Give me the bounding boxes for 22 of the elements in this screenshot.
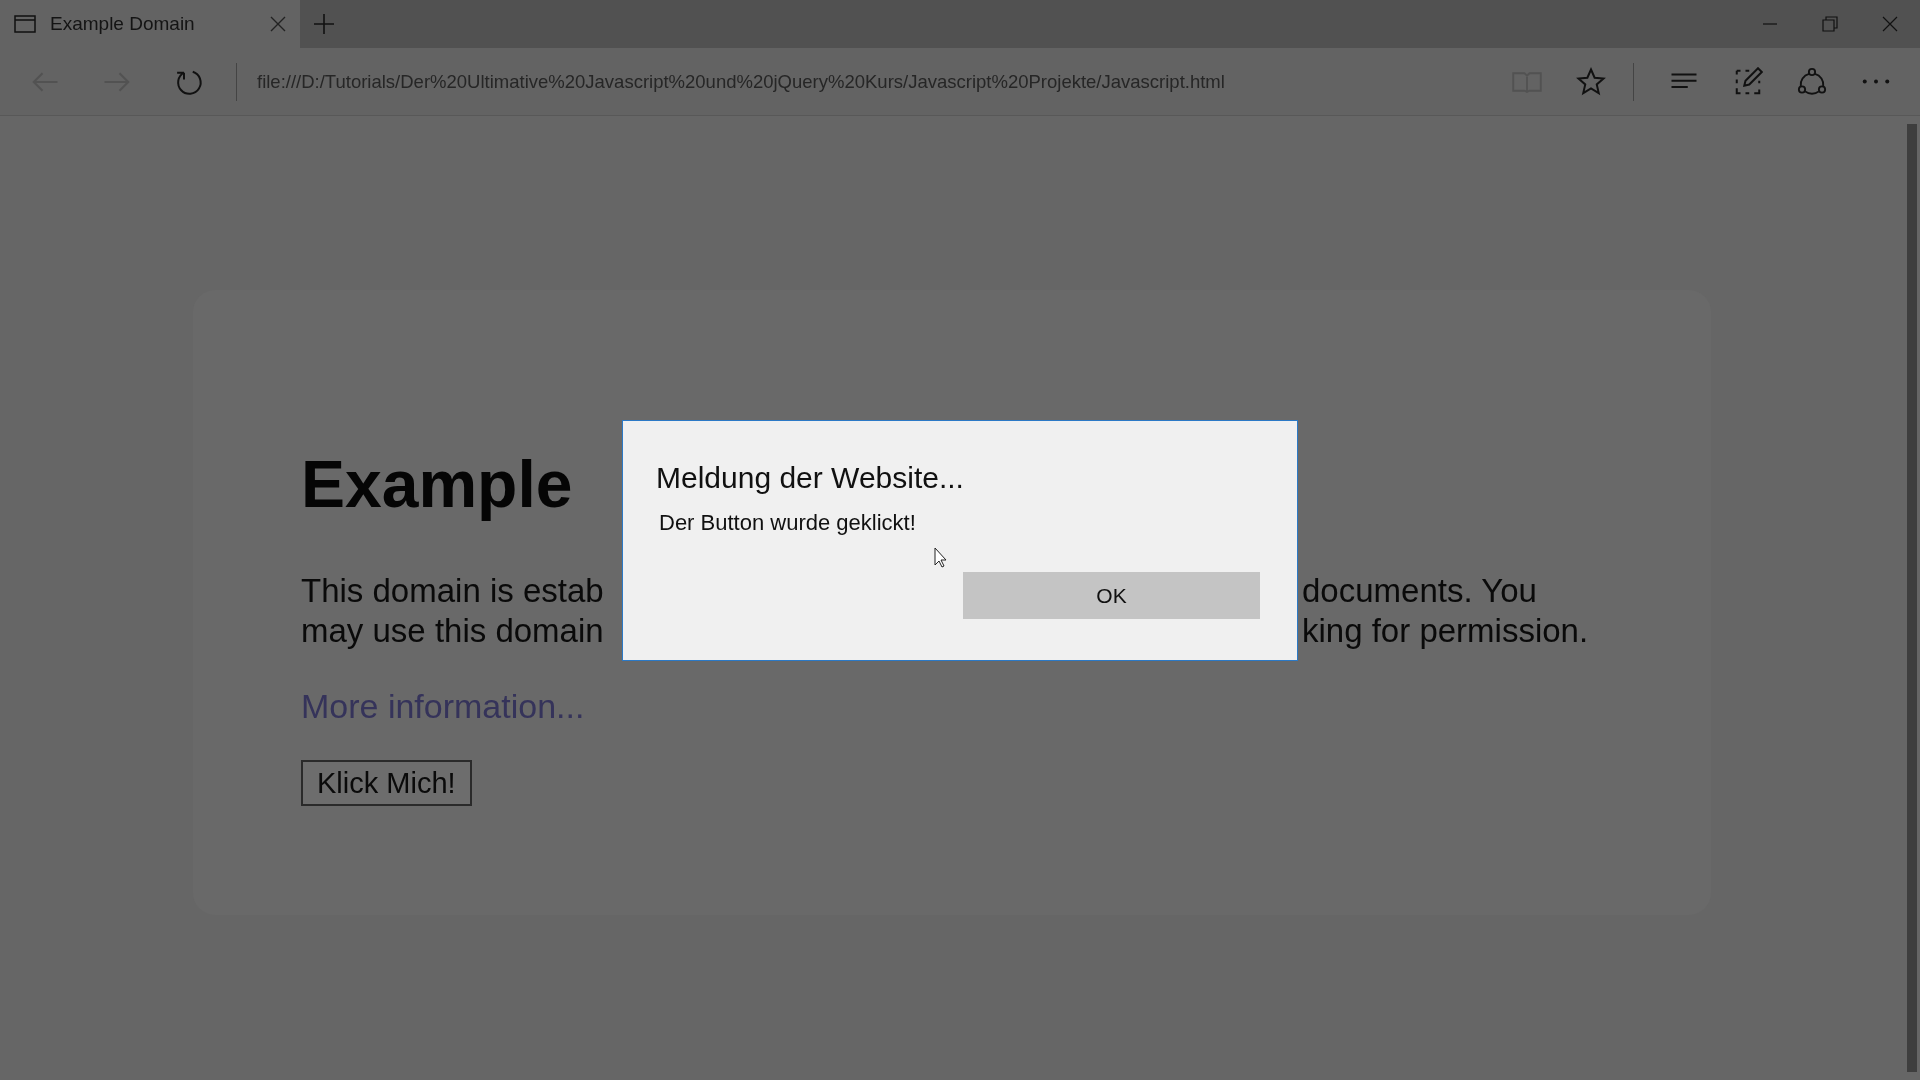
more-icon <box>1861 79 1891 84</box>
ok-button[interactable]: OK <box>963 572 1260 619</box>
pen-icon <box>1733 66 1763 97</box>
scrollbar[interactable] <box>1907 124 1917 1072</box>
star-icon <box>1576 66 1606 97</box>
address-bar[interactable]: file:///D:/Tutorials/Der%20Ultimative%20Javascript%20und%20jQuery%20Kurs/Javascript%20Projekte/Javascript.html <box>257 70 1487 93</box>
paragraph-text: may use this domain <box>301 611 604 651</box>
paragraph-text: king for permission. <box>1302 611 1589 651</box>
klick-button[interactable]: Klick Mich! <box>301 760 472 806</box>
restore-icon[interactable] <box>1822 16 1838 32</box>
close-icon[interactable] <box>1882 16 1898 32</box>
close-icon[interactable] <box>270 16 286 32</box>
cursor-icon <box>934 547 948 569</box>
browser-tab[interactable]: Example Domain <box>0 0 300 48</box>
paragraph-text: documents. You <box>1302 571 1537 611</box>
dialog-message: Der Button wurde geklickt! <box>659 510 917 536</box>
share-icon <box>1797 66 1827 97</box>
dialog-title: Meldung der Website... <box>656 461 965 495</box>
page-heading: Example <box>301 446 573 523</box>
page-icon <box>14 15 36 33</box>
paragraph-text: This domain is estab <box>301 571 604 611</box>
plus-icon[interactable] <box>314 14 334 34</box>
